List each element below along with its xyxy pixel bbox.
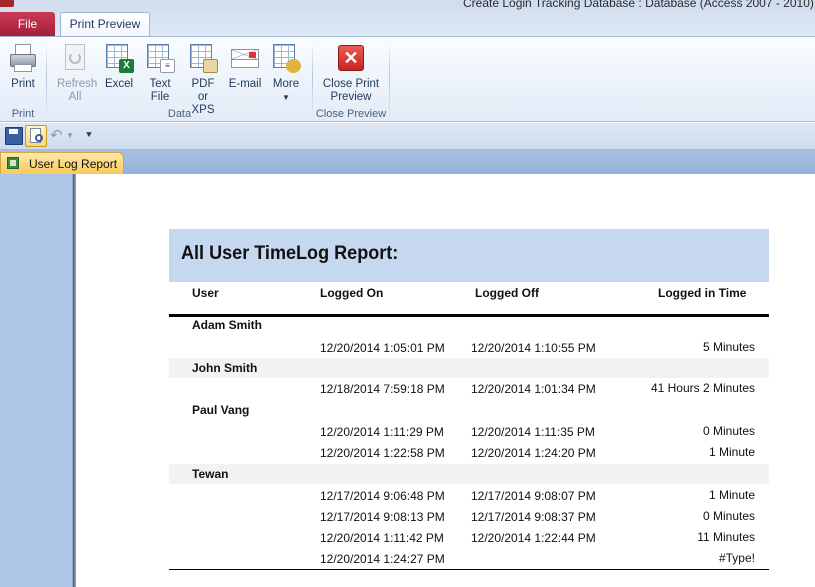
logged-in-time-cell: 41 Hours 2 Minutes [650,381,755,395]
close-print-preview-button[interactable]: ✕ Close Print Preview [317,39,385,104]
export-excel-button[interactable]: X Excel [101,39,137,91]
logged-on-cell: 12/20/2014 1:22:58 PM [320,446,445,460]
logged-off-cell: 12/20/2014 1:11:35 PM [471,425,595,439]
print-group-label: Print [11,108,35,120]
tab-file[interactable]: File [0,12,55,36]
save-icon[interactable] [5,127,23,145]
more-label: More [272,78,300,90]
export-text-file-button[interactable]: ≡ Text File [142,39,178,104]
print-preview-icon[interactable] [25,125,47,147]
navigation-pane[interactable] [0,174,73,587]
tab-print-preview[interactable]: Print Preview [60,12,150,37]
report-icon [7,157,19,169]
quick-access-toolbar: ↶ ▼ ⯆ [0,123,815,150]
more-button[interactable]: More ▼ [268,39,304,104]
close-preview-group-label: Close Preview [315,108,387,120]
column-header-user: User [192,286,219,300]
column-header-logged-on: Logged On [320,286,384,300]
logged-in-time-cell: #Type! [718,551,755,565]
logged-off-cell: 12/20/2014 1:22:44 PM [471,531,596,545]
close-icon: ✕ [335,42,367,74]
logged-in-time-cell: 11 Minutes [697,530,755,544]
excel-label: Excel [104,78,134,90]
logged-on-cell: 12/20/2014 1:11:42 PM [320,531,444,545]
print-group: Print Print [0,37,46,122]
logged-in-time-cell: 1 Minute [708,445,755,459]
title-bar: Create Login Tracking Database : Databas… [0,0,815,37]
excel-icon: X [103,42,135,74]
customize-toolbar-icon[interactable]: ⯆ [83,127,95,145]
logged-off-cell: 12/20/2014 1:24:20 PM [471,446,596,460]
document-tab-label: User Log Report [29,157,118,171]
printer-icon [7,42,39,74]
export-pdf-xps-button[interactable]: PDF or XPS [181,39,225,117]
logged-in-time-cell: 0 Minutes [702,424,755,438]
column-header-logged-in-time: Logged in Time [658,286,747,300]
more-icon [270,42,302,74]
text-file-label: Text File [149,78,171,103]
group-user-name: John Smith [192,361,258,375]
group-band [169,358,769,378]
logged-on-cell: 12/20/2014 1:24:27 PM [320,552,445,566]
window-title: Create Login Tracking Database : Databas… [463,0,815,10]
group-user-name: Adam Smith [192,318,263,332]
email-label: E-mail [228,78,262,90]
logged-off-cell: 12/20/2014 1:01:34 PM [471,382,596,396]
logged-in-time-cell: 1 Minute [708,488,755,502]
document-tab-strip: User Log Report [0,150,815,174]
logged-off-cell: 12/17/2014 9:08:37 PM [471,510,596,524]
close-preview-group: ✕ Close Print Preview Close Preview [313,37,389,122]
print-button-label: Print [11,78,35,90]
data-group-label: Data [167,108,192,120]
tab-user-log-report[interactable]: User Log Report [0,152,124,174]
data-group: Refresh All X Excel ≡ Text File PDF or X… [47,37,312,122]
column-header-logged-off: Logged Off [475,286,539,300]
logged-off-cell: 12/20/2014 1:10:55 PM [471,341,596,355]
report-page: All User TimeLog Report: User Logged On … [76,174,815,587]
group-band [169,464,769,484]
email-icon [229,42,261,74]
logged-on-cell: 12/20/2014 1:05:01 PM [320,341,445,355]
report-title: All User TimeLog Report: [181,243,399,264]
ribbon: Print Print Refresh All X Excel ≡ Text F… [0,36,815,122]
access-app-icon[interactable] [0,0,14,7]
logged-off-cell: 12/17/2014 9:08:07 PM [471,489,596,503]
email-button[interactable]: E-mail [225,39,265,91]
undo-dropdown-icon[interactable]: ▼ [66,127,76,145]
text-file-icon: ≡ [144,42,176,74]
logged-on-cell: 12/18/2014 7:59:18 PM [320,382,445,396]
group-user-name: Paul Vang [192,403,250,417]
report-header: All User TimeLog Report: [169,229,769,282]
print-button[interactable]: Print [5,39,41,91]
pdf-xps-icon [187,42,219,74]
chevron-down-icon: ▼ [282,93,290,102]
group-band [169,400,769,420]
logged-in-time-cell: 5 Minutes [702,340,755,354]
refresh-icon [59,42,91,74]
logged-on-cell: 12/17/2014 9:06:48 PM [320,489,445,503]
logged-on-cell: 12/17/2014 9:08:13 PM [320,510,445,524]
logged-in-time-cell: 0 Minutes [702,509,755,523]
group-user-name: Tewan [192,467,229,481]
logged-on-cell: 12/20/2014 1:11:29 PM [320,425,444,439]
refresh-all-label: Refresh All [57,78,98,103]
refresh-all-button[interactable]: Refresh All [53,39,97,104]
report-bottom-rule [169,569,769,570]
close-print-preview-label: Close Print Preview [322,78,380,103]
